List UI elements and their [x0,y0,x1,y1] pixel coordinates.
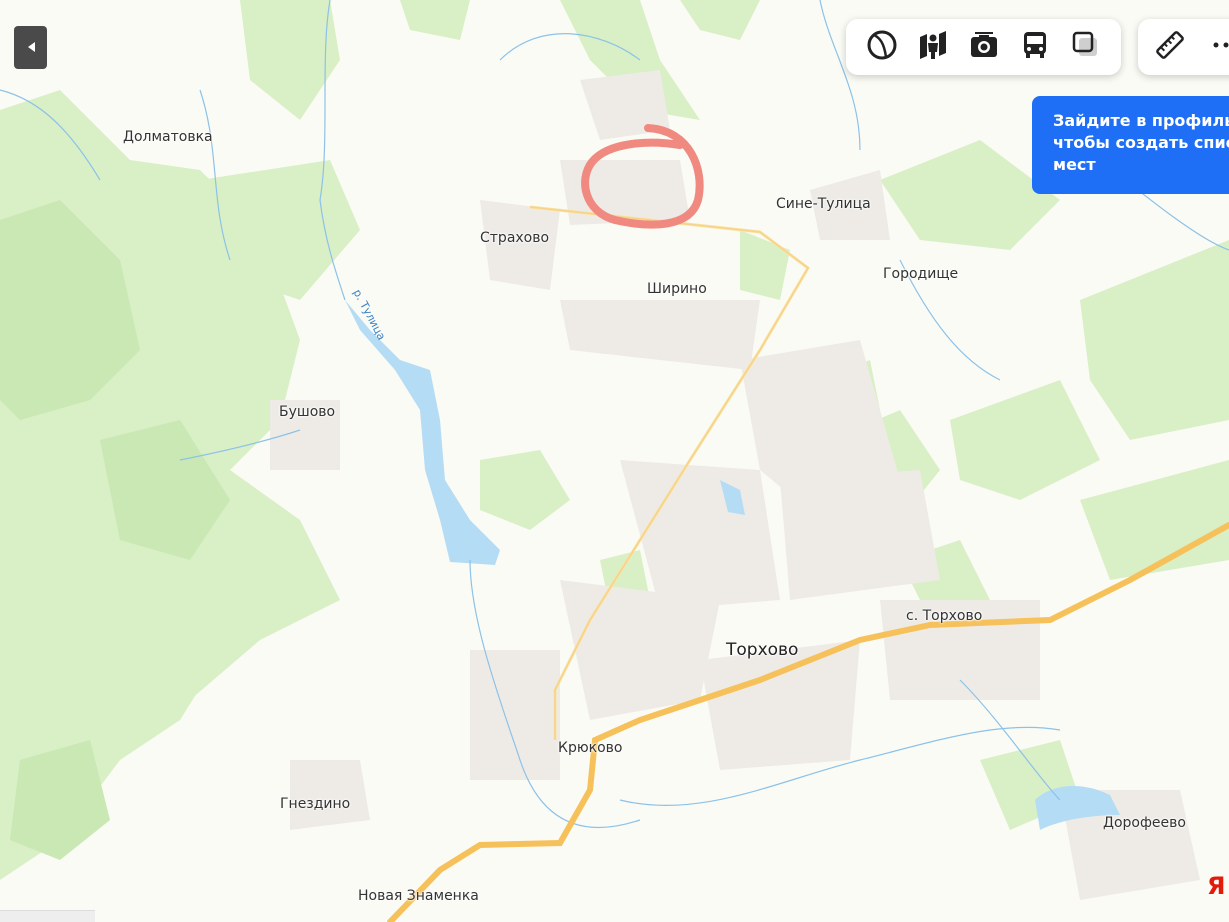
camera-icon [968,29,1000,65]
place-dorofeevo[interactable]: Дорофеево [1103,815,1186,831]
place-novaya-znamenka[interactable]: Новая Знаменка [358,888,479,904]
ruler-button[interactable] [1152,29,1188,65]
collapse-sidebar-button[interactable] [14,26,47,69]
place-strakhovo[interactable]: Страхово [480,230,549,246]
photos-button[interactable] [966,29,1002,65]
place-sine-tulitsa[interactable]: Сине-Тулица [776,196,871,212]
map-canvas[interactable]: Долматовка Страхово Сине-Тулица Городище… [0,0,1229,922]
place-gorodishche[interactable]: Городище [883,266,958,282]
place-gnezdino[interactable]: Гнездино [280,796,350,812]
panorama-person-icon [917,29,949,65]
transport-button[interactable] [1017,29,1053,65]
bus-icon [1019,29,1051,65]
place-shirino[interactable]: Ширино [647,281,707,297]
place-torkhovo[interactable]: Торхово [726,640,798,660]
map-layers-icon [1070,29,1102,65]
profile-promo-card[interactable]: Зайдите в профиль, чтобы создать список … [1032,96,1229,194]
ruler-icon [1154,29,1186,65]
more-dots-icon [1210,29,1229,65]
place-s-torkhovo[interactable]: с. Торхово [906,608,982,624]
place-bushovo[interactable]: Бушово [279,404,335,420]
more-button[interactable] [1208,29,1229,65]
map-toolbar [846,19,1121,75]
layers-circle-button[interactable] [864,29,900,65]
map-toolbar-secondary [1138,19,1229,75]
bottom-left-panel-edge [0,910,95,922]
layers-circle-icon [866,29,898,65]
triangle-left-icon [26,38,36,57]
promo-text: Зайдите в профиль, чтобы создать список … [1053,111,1229,174]
map-layers-button[interactable] [1068,29,1104,65]
panorama-button[interactable] [915,29,951,65]
place-kryukovo[interactable]: Крюково [558,740,622,756]
yandex-logo: Я [1207,872,1226,900]
place-dolmatovka[interactable]: Долматовка [123,129,213,145]
